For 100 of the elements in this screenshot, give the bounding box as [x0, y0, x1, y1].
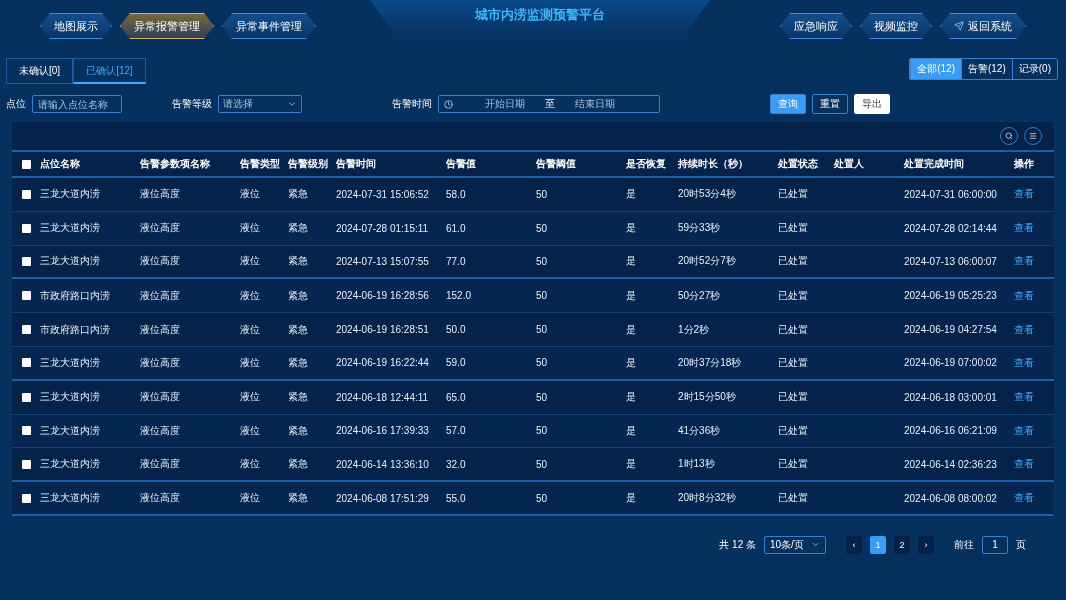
table-cell-text: 65.0: [446, 391, 467, 403]
table-cell-text: 已处置: [778, 355, 809, 370]
nav-button[interactable]: 异常事件管理: [222, 13, 316, 39]
table-cell-text: 紧急: [288, 491, 309, 506]
checkbox[interactable]: [21, 392, 31, 402]
checkbox[interactable]: [21, 223, 31, 233]
table-cell-text: 1分2秒: [678, 322, 711, 337]
table-cell-text: 是: [626, 457, 637, 472]
view-link[interactable]: 查看: [1014, 187, 1034, 202]
table-cell-text: 50: [536, 391, 549, 403]
table-cell-text: 液位高度: [140, 254, 181, 269]
table-cell-text: 77.0: [446, 256, 467, 267]
view-link[interactable]: 查看: [1014, 390, 1034, 405]
chevron-down-icon: [287, 99, 297, 109]
table-cell-text: 已处置: [778, 390, 809, 405]
table-cell-text: 2024-06-08 08:00:02: [904, 492, 998, 504]
table-cell-text: 50: [536, 324, 549, 336]
table-cell-text: 液位高度: [140, 288, 181, 303]
nav-button[interactable]: 返回系统: [940, 13, 1026, 39]
level-select[interactable]: 请选择: [218, 95, 302, 113]
table-cell-text: 55.0: [446, 492, 467, 504]
table-cell-text: 液位高度: [140, 390, 181, 405]
table-cell-text: 液位: [240, 491, 261, 506]
table-cell-text: 20时53分4秒: [678, 187, 737, 202]
next-page-button[interactable]: ›: [918, 535, 934, 554]
table-cell-text: 59.0: [446, 357, 467, 369]
checkbox[interactable]: [21, 159, 31, 169]
table-cell-text: 2024-06-19 05:25:23: [904, 290, 998, 302]
column-header: 处置状态: [778, 157, 819, 171]
page-input[interactable]: 1: [982, 535, 1008, 554]
table-cell-text: 50分27秒: [678, 288, 722, 303]
table-cell-text: 三龙大道内涝: [40, 457, 101, 472]
date-range-field[interactable]: 开始日期 至 结束日期: [438, 95, 660, 113]
send-icon: [954, 21, 964, 31]
column-header: 告警值: [446, 157, 477, 171]
table-cell-text: 液位高度: [140, 221, 181, 236]
view-link[interactable]: 查看: [1014, 491, 1034, 506]
goto-label: 前往: [954, 537, 974, 552]
field-label: 告警等级: [172, 97, 212, 111]
view-link[interactable]: 查看: [1014, 355, 1034, 370]
column-header: 告警类型: [240, 157, 281, 171]
tab[interactable]: 已确认[12]: [73, 58, 146, 84]
point-input[interactable]: 请输入点位名称: [32, 95, 122, 113]
column-header: 告警阈值: [536, 157, 577, 171]
prev-page-button[interactable]: ‹: [846, 535, 862, 554]
view-link[interactable]: 查看: [1014, 322, 1034, 337]
action-button[interactable]: 导出: [854, 94, 890, 114]
table-cell-text: 已处置: [778, 288, 809, 303]
field-label: 告警时间: [392, 97, 432, 111]
filter-toggle[interactable]: 记录(0): [1011, 59, 1057, 79]
checkbox[interactable]: [21, 325, 31, 335]
nav-button[interactable]: 地图展示: [40, 13, 112, 39]
table-cell-text: 2024-06-19 07:00:02: [904, 357, 998, 369]
table-cell-text: 液位: [240, 288, 261, 303]
checkbox[interactable]: [21, 493, 31, 503]
table-cell-text: 三龙大道内涝: [40, 254, 101, 269]
action-button[interactable]: 重置: [812, 94, 848, 114]
checkbox[interactable]: [21, 291, 31, 301]
table-cell-text: 三龙大道内涝: [40, 187, 101, 202]
table-cell-text: 液位: [240, 254, 261, 269]
table-cell-text: 已处置: [778, 254, 809, 269]
field-label: 点位: [6, 97, 26, 111]
table-cell-text: 2024-06-18 12:44:11: [336, 391, 430, 403]
nav-button[interactable]: 视频监控: [860, 13, 932, 39]
table-cell-text: 液位高度: [140, 491, 181, 506]
view-link[interactable]: 查看: [1014, 254, 1034, 269]
table-cell-text: 已处置: [778, 457, 809, 472]
table-cell-text: 20时8分32秒: [678, 491, 737, 506]
table-cell-text: 液位高度: [140, 423, 181, 438]
table-cell-text: 三龙大道内涝: [40, 491, 101, 506]
page-title: 城市内涝监测预警平台: [475, 6, 605, 24]
column-header: 持续时长（秒）: [678, 157, 749, 171]
view-link[interactable]: 查看: [1014, 221, 1034, 236]
table-cell-text: 三龙大道内涝: [40, 390, 101, 405]
table-cell-text: 2时15分50秒: [678, 390, 737, 405]
checkbox[interactable]: [21, 257, 31, 266]
page-button[interactable]: 2: [894, 535, 910, 554]
view-link[interactable]: 查看: [1014, 423, 1034, 438]
table-cell-text: 紧急: [288, 423, 309, 438]
page-size-select[interactable]: 10条/页: [764, 535, 826, 554]
nav-button[interactable]: 应急响应: [780, 13, 852, 39]
column-header: 处置人: [834, 157, 865, 171]
checkbox[interactable]: [21, 459, 31, 469]
checkbox[interactable]: [21, 426, 31, 436]
table-cell-text: 57.0: [446, 425, 467, 437]
nav-button[interactable]: 异常报警管理: [120, 13, 214, 39]
table-cell-text: 液位: [240, 187, 261, 202]
table-cell-text: 紧急: [288, 187, 309, 202]
tab[interactable]: 未确认[0]: [6, 58, 74, 84]
view-link[interactable]: 查看: [1014, 288, 1034, 303]
table-cell-text: 2024-07-28 02:14:44: [904, 222, 998, 234]
view-link[interactable]: 查看: [1014, 457, 1034, 472]
checkbox[interactable]: [21, 189, 31, 199]
checkbox[interactable]: [21, 358, 31, 368]
table-cell-text: 已处置: [778, 221, 809, 236]
table-cell-text: 2024-07-28 01:15:11: [336, 222, 430, 234]
table-cell-text: 液位: [240, 221, 261, 236]
column-header: 是否恢复: [626, 157, 667, 171]
table-cell-text: 是: [626, 423, 637, 438]
table-cell-text: 是: [626, 355, 637, 370]
